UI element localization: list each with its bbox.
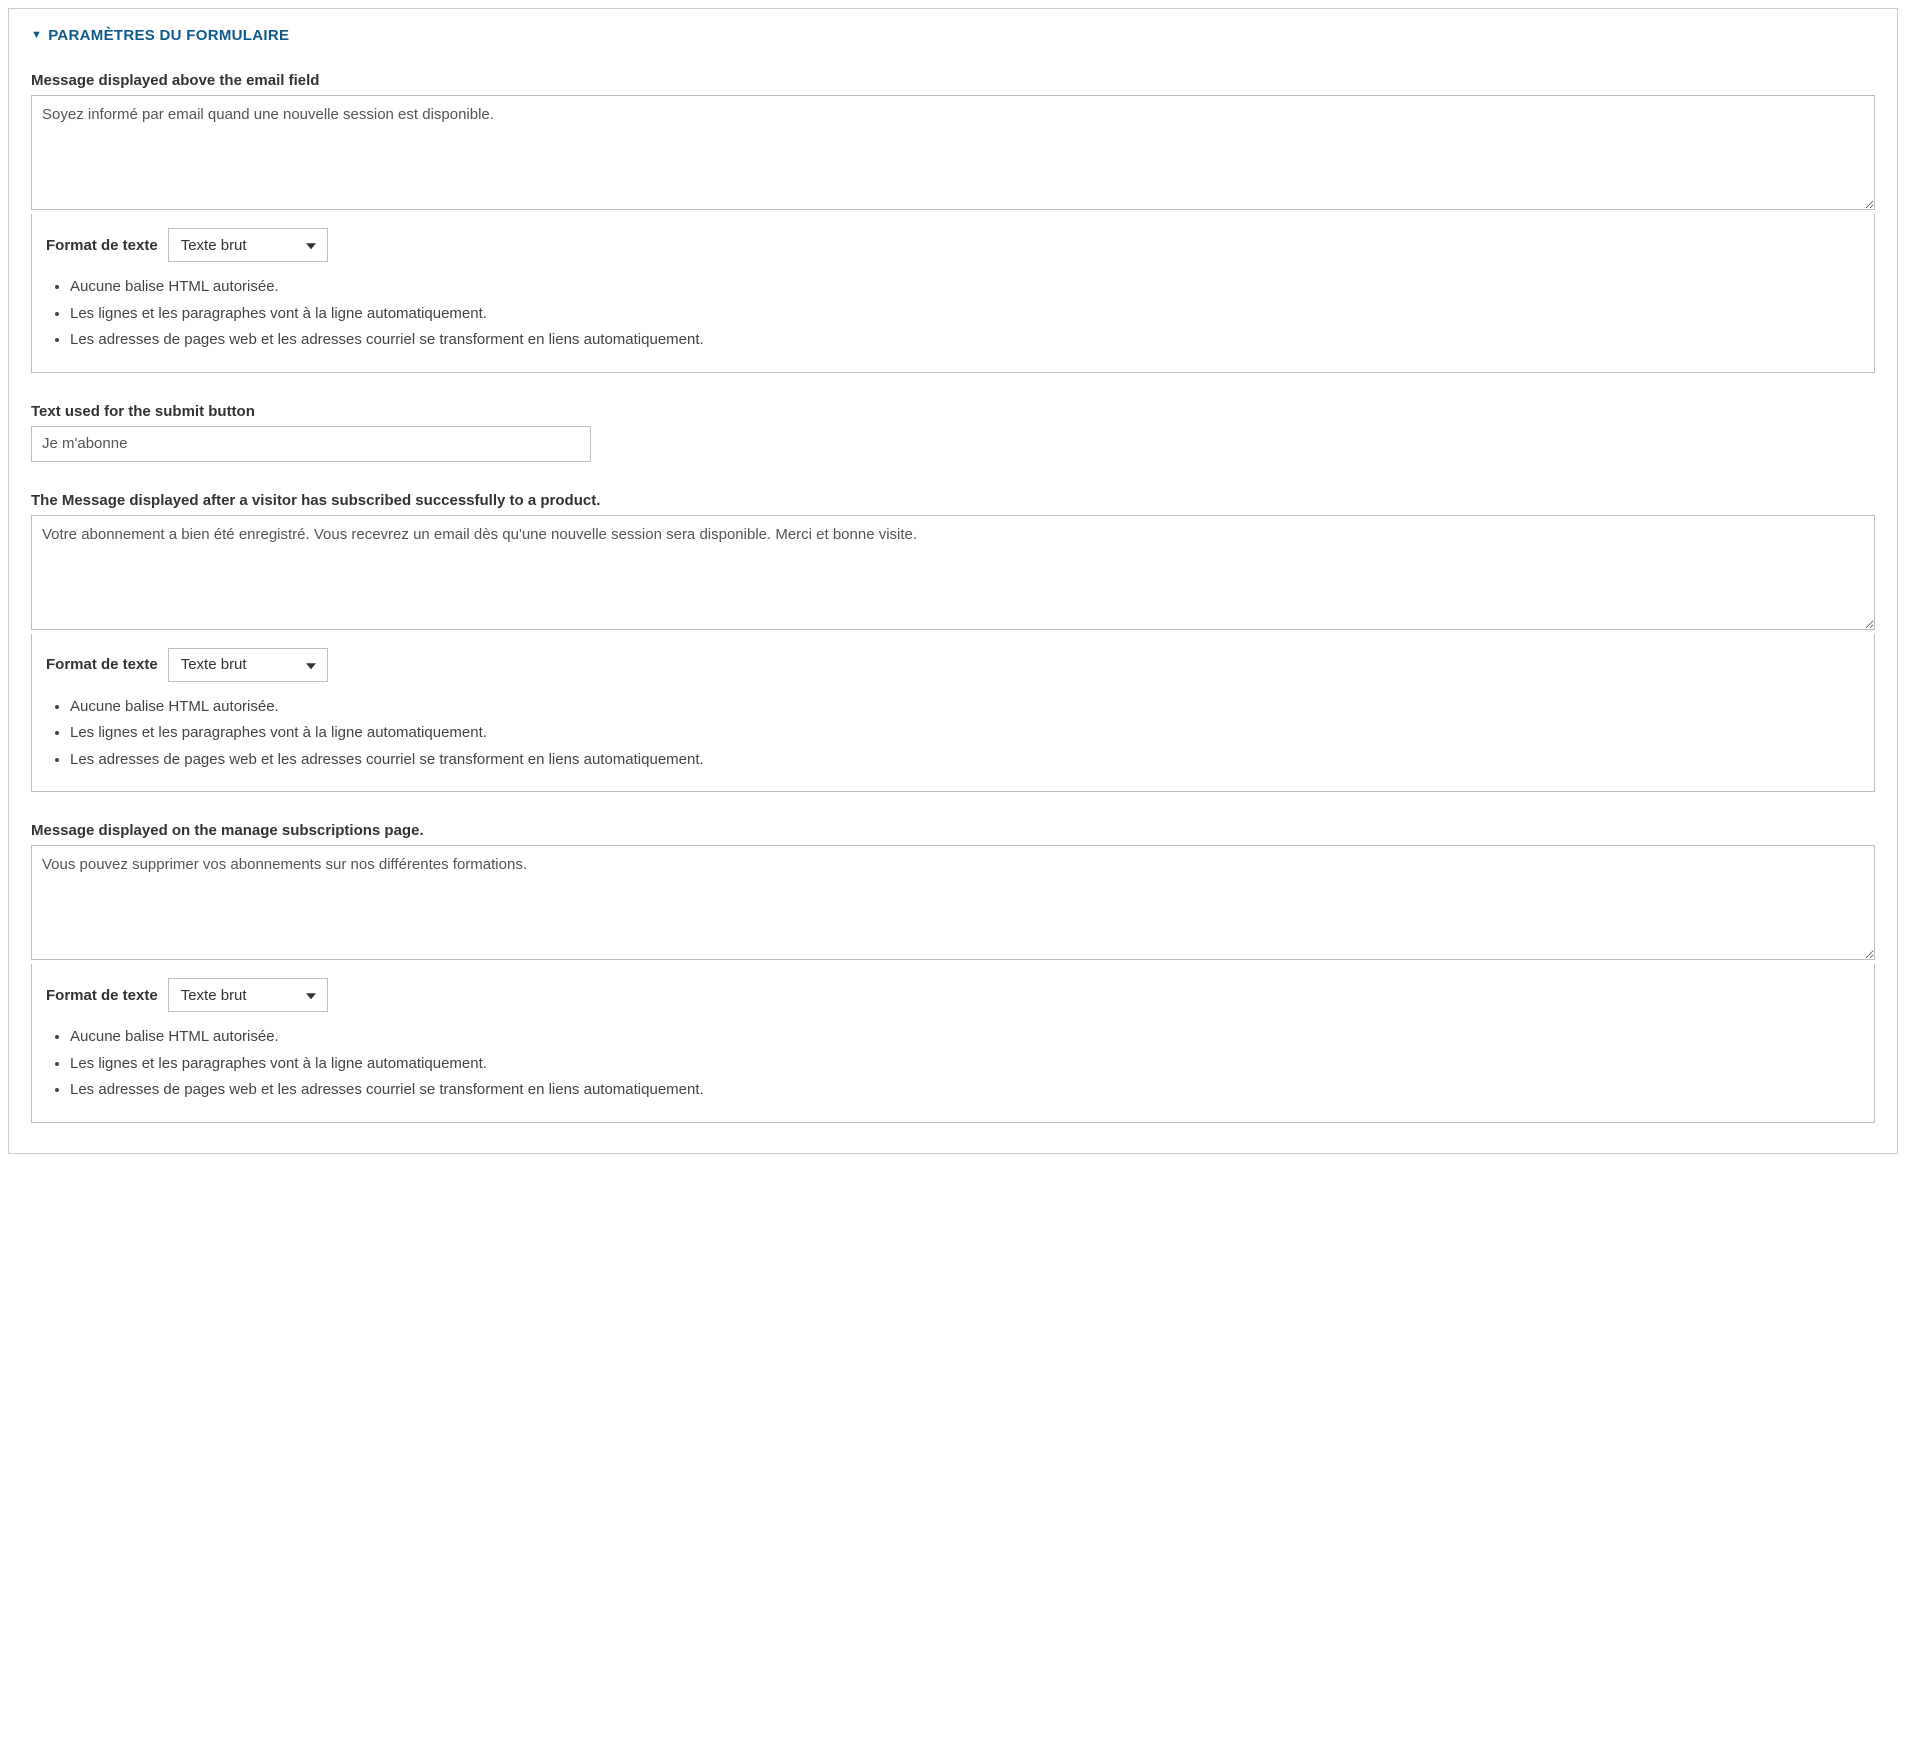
format-hint: Aucune balise HTML autorisée. — [70, 1026, 1860, 1049]
format-select-manage-msg[interactable]: Texte brut — [168, 978, 328, 1012]
textarea-above-email[interactable] — [31, 95, 1875, 210]
label-success-msg: The Message displayed after a visitor ha… — [31, 492, 1875, 509]
textarea-manage-msg[interactable] — [31, 845, 1875, 960]
panel-title-toggle[interactable]: ▼ PARAMÈTRES DU FORMULAIRE — [31, 27, 1875, 44]
format-hint: Les adresses de pages web et les adresse… — [70, 329, 1860, 352]
format-select-above-email[interactable]: Texte brut — [168, 228, 328, 262]
format-label: Format de texte — [46, 987, 158, 1004]
format-select-success-msg[interactable]: Texte brut — [168, 648, 328, 682]
format-hint: Les lignes et les paragraphes vont à la … — [70, 303, 1860, 326]
textarea-success-msg[interactable] — [31, 515, 1875, 630]
format-hints: Aucune balise HTML autorisée. Les lignes… — [46, 276, 1860, 352]
panel-title-text: PARAMÈTRES DU FORMULAIRE — [48, 27, 289, 44]
format-box-above-email: Format de texte Texte brut Aucune balise… — [31, 214, 1875, 373]
caret-down-icon: ▼ — [31, 30, 42, 41]
format-hint: Les adresses de pages web et les adresse… — [70, 749, 1860, 772]
label-above-email: Message displayed above the email field — [31, 72, 1875, 89]
format-label: Format de texte — [46, 656, 158, 673]
format-hint: Les lignes et les paragraphes vont à la … — [70, 1053, 1860, 1076]
format-hint: Aucune balise HTML autorisée. — [70, 276, 1860, 299]
format-box-manage-msg: Format de texte Texte brut Aucune balise… — [31, 964, 1875, 1123]
form-parameters-panel: ▼ PARAMÈTRES DU FORMULAIRE Message displ… — [8, 8, 1898, 1154]
field-success-msg: The Message displayed after a visitor ha… — [31, 492, 1875, 793]
format-hints: Aucune balise HTML autorisée. Les lignes… — [46, 1026, 1860, 1102]
format-hint: Aucune balise HTML autorisée. — [70, 696, 1860, 719]
label-submit-text: Text used for the submit button — [31, 403, 1875, 420]
label-manage-msg: Message displayed on the manage subscrip… — [31, 822, 1875, 839]
format-box-success-msg: Format de texte Texte brut Aucune balise… — [31, 634, 1875, 793]
input-submit-text[interactable] — [31, 426, 591, 462]
field-above-email: Message displayed above the email field … — [31, 72, 1875, 373]
field-submit-text: Text used for the submit button — [31, 403, 1875, 462]
format-hint: Les adresses de pages web et les adresse… — [70, 1079, 1860, 1102]
format-hints: Aucune balise HTML autorisée. Les lignes… — [46, 696, 1860, 772]
format-hint: Les lignes et les paragraphes vont à la … — [70, 722, 1860, 745]
field-manage-msg: Message displayed on the manage subscrip… — [31, 822, 1875, 1123]
format-label: Format de texte — [46, 237, 158, 254]
